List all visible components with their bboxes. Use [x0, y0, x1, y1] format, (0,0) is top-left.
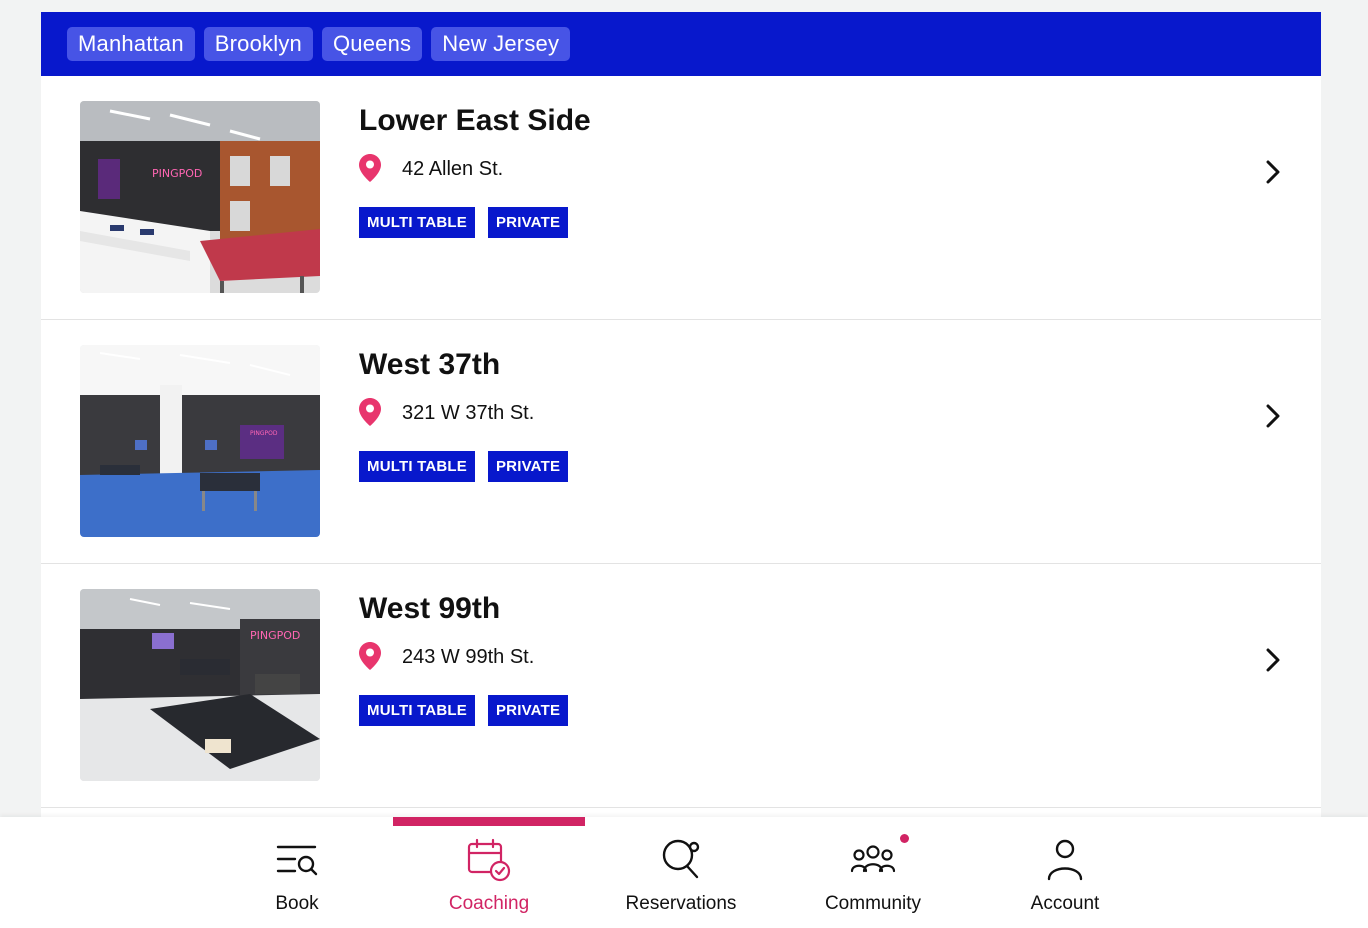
tab-label: Community	[824, 893, 922, 914]
location-name: West 37th	[359, 348, 501, 381]
map-pin-icon	[359, 154, 381, 182]
location-row-west-37th[interactable]: PINGPOD West 37th 321 W 37th St. MULTI T…	[41, 320, 1321, 564]
calendar-check-icon	[467, 838, 511, 882]
ping-pong-paddle-icon	[662, 839, 700, 879]
filter-chip-manhattan[interactable]: Manhattan	[67, 27, 195, 61]
tag-multi-table: MULTI TABLE	[359, 207, 475, 238]
chevron-right-icon[interactable]	[1263, 646, 1283, 674]
map-pin-icon	[359, 642, 381, 670]
tag-private: PRIVATE	[487, 207, 569, 238]
map-pin-icon	[359, 398, 381, 426]
chevron-right-icon[interactable]	[1263, 158, 1283, 186]
tab-label: Book	[275, 893, 319, 914]
location-name: West 99th	[359, 592, 501, 625]
svg-text:PINGPOD: PINGPOD	[152, 167, 202, 180]
notification-dot	[900, 834, 909, 843]
person-icon	[1047, 839, 1083, 881]
borough-filter-bar: Manhattan Brooklyn Queens New Jersey	[41, 12, 1321, 76]
location-address: 321 W 37th St.	[402, 402, 535, 424]
location-tags: MULTI TABLE PRIVATE	[359, 207, 569, 238]
search-list-icon	[276, 845, 318, 876]
filter-chip-brooklyn[interactable]: Brooklyn	[203, 27, 313, 61]
location-page: Manhattan Brooklyn Queens New Jersey PIN…	[41, 12, 1321, 928]
chevron-right-icon[interactable]	[1263, 402, 1283, 430]
filter-chip-queens[interactable]: Queens	[321, 27, 423, 61]
tab-label: Reservations	[625, 893, 737, 914]
tab-book[interactable]: Book	[201, 817, 393, 928]
tag-private: PRIVATE	[487, 451, 569, 482]
location-photo: PINGPOD	[80, 101, 320, 293]
location-photo: PINGPOD	[80, 589, 320, 781]
location-tags: MULTI TABLE PRIVATE	[359, 451, 569, 482]
location-address: 42 Allen St.	[402, 158, 504, 180]
tab-reservations[interactable]: Reservations	[585, 817, 777, 928]
tab-label: Account	[1030, 893, 1100, 914]
svg-text:PINGPOD: PINGPOD	[250, 629, 300, 642]
location-row-lower-east-side[interactable]: PINGPOD Lower East Side 42 Allen St. MUL…	[41, 76, 1321, 320]
bottom-tab-bar: Book Coaching Reservations Community Acc…	[0, 817, 1368, 928]
location-name: Lower East Side	[359, 104, 591, 137]
filter-chip-new-jersey[interactable]: New Jersey	[431, 27, 571, 61]
location-tags: MULTI TABLE PRIVATE	[359, 695, 569, 726]
tag-multi-table: MULTI TABLE	[359, 451, 475, 482]
tab-account[interactable]: Account	[969, 817, 1161, 928]
active-tab-indicator	[393, 817, 585, 826]
tag-private: PRIVATE	[487, 695, 569, 726]
location-row-west-99th[interactable]: PINGPOD West 99th 243 W 99th St. MULTI T…	[41, 564, 1321, 808]
tag-multi-table: MULTI TABLE	[359, 695, 475, 726]
tab-coaching[interactable]: Coaching	[393, 817, 585, 928]
tab-community[interactable]: Community	[777, 817, 969, 928]
people-group-icon	[850, 845, 896, 873]
location-address: 243 W 99th St.	[402, 646, 535, 668]
tab-label: Coaching	[448, 893, 530, 914]
location-list: PINGPOD Lower East Side 42 Allen St. MUL…	[41, 76, 1321, 808]
location-photo: PINGPOD	[80, 345, 320, 537]
svg-text:PINGPOD: PINGPOD	[250, 430, 278, 437]
